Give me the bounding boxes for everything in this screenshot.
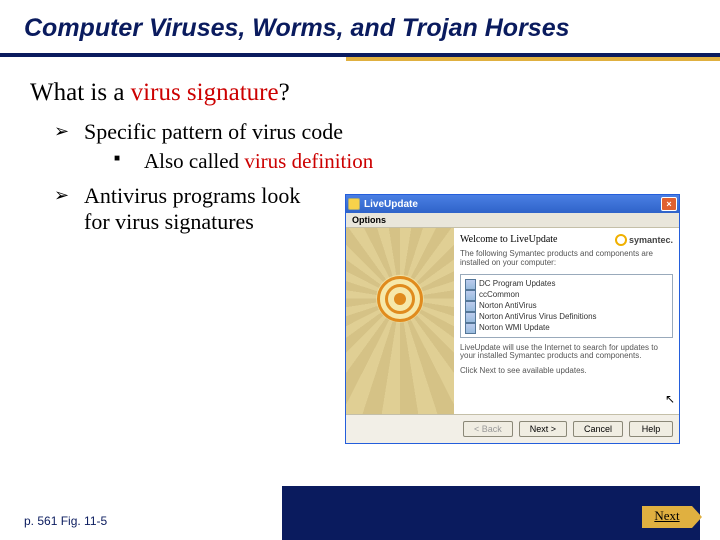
- list-item: ccCommon: [465, 289, 668, 300]
- dialog-titlebar: LiveUpdate ×: [346, 195, 679, 213]
- cursor-icon: ↖: [665, 392, 675, 406]
- sub-bullet-1-highlight: virus definition: [244, 149, 373, 173]
- q-highlight: virus signature: [131, 79, 279, 106]
- dialog-title: LiveUpdate: [364, 199, 661, 210]
- updates-list: DC Program Updates ccCommon Norton AntiV…: [460, 274, 673, 338]
- sub-bullet-1-text: Also called: [144, 149, 244, 173]
- help-button[interactable]: Help: [629, 421, 673, 437]
- dialog-body: Welcome to LiveUpdate symantec. The foll…: [346, 228, 679, 414]
- close-icon[interactable]: ×: [661, 197, 677, 211]
- symantec-ring-icon: [615, 234, 627, 246]
- app-icon: [348, 198, 360, 210]
- slide-title: Computer Viruses, Worms, and Trojan Hors…: [0, 0, 720, 49]
- intro-text: The following Symantec products and comp…: [460, 250, 673, 268]
- slide-next-label: Next: [642, 508, 692, 524]
- dialog-main: Welcome to LiveUpdate symantec. The foll…: [454, 228, 679, 414]
- footer-band: [282, 486, 700, 540]
- lead-question: What is a virus signature?: [0, 61, 720, 113]
- welcome-row: Welcome to LiveUpdate symantec.: [460, 234, 673, 246]
- footer-text-2: Click Next to see available updates.: [460, 367, 673, 376]
- cancel-button[interactable]: Cancel: [573, 421, 623, 437]
- list-item: Norton WMI Update: [465, 322, 668, 333]
- dialog-window: LiveUpdate × Options Welcome to LiveUpda…: [345, 194, 680, 444]
- dialog-button-row: < Back Next > Cancel Help: [346, 414, 679, 443]
- sub-bullet-1: Also called virus definition: [114, 149, 698, 174]
- list-item: Norton AntiVirus Virus Definitions: [465, 311, 668, 322]
- page-reference: p. 561 Fig. 11-5: [24, 514, 107, 528]
- symantec-name: symantec.: [629, 235, 673, 245]
- dialog-sidebar: [346, 228, 454, 414]
- back-button[interactable]: < Back: [463, 421, 513, 437]
- liveupdate-dialog: LiveUpdate × Options Welcome to LiveUpda…: [345, 194, 680, 449]
- slide-footer: p. 561 Fig. 11-5 Next: [0, 486, 720, 540]
- bullet-1: Specific pattern of virus code: [54, 119, 698, 145]
- footer-text-1: LiveUpdate will use the Internet to sear…: [460, 344, 673, 362]
- slide-next-button[interactable]: Next: [642, 506, 692, 528]
- symantec-logo: symantec.: [615, 234, 673, 246]
- next-button[interactable]: Next >: [519, 421, 567, 437]
- q-suffix: ?: [279, 79, 290, 106]
- options-link[interactable]: Options: [346, 213, 679, 228]
- welcome-text: Welcome to LiveUpdate: [460, 234, 558, 245]
- q-prefix: What is a: [30, 79, 131, 106]
- slide: Computer Viruses, Worms, and Trojan Hors…: [0, 0, 720, 540]
- list-item: Norton AntiVirus: [465, 300, 668, 311]
- list-item: DC Program Updates: [465, 278, 668, 289]
- bullet-2: Antivirus programs look for virus signat…: [54, 183, 324, 236]
